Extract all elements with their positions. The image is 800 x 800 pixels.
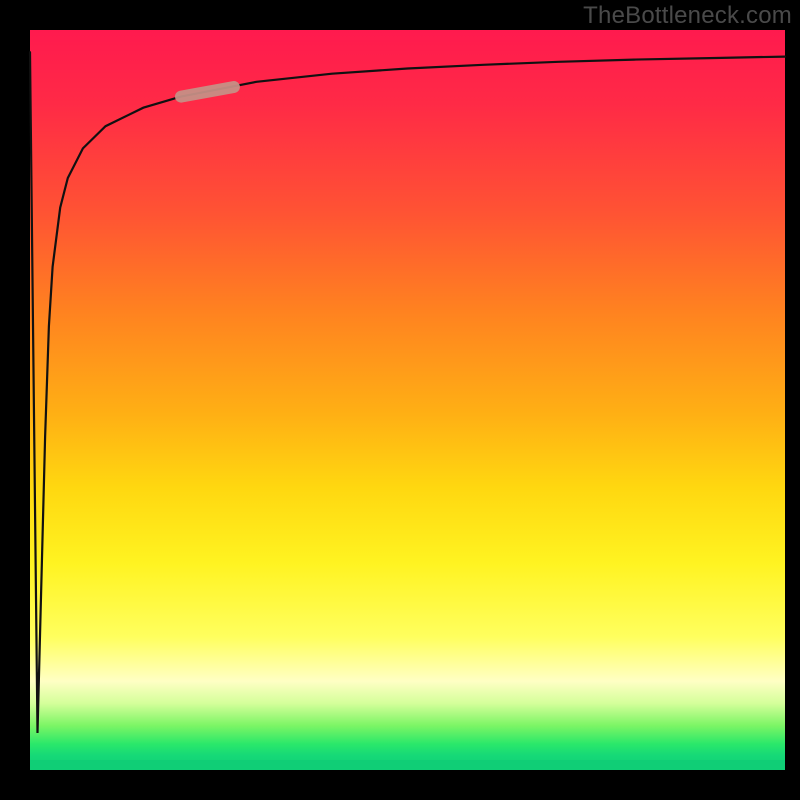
bottleneck-curve	[30, 52, 785, 733]
watermark-text: TheBottleneck.com	[583, 2, 792, 30]
curve-marker	[181, 87, 234, 97]
curve-layer	[30, 30, 785, 770]
chart-frame: TheBottleneck.com	[0, 0, 800, 800]
